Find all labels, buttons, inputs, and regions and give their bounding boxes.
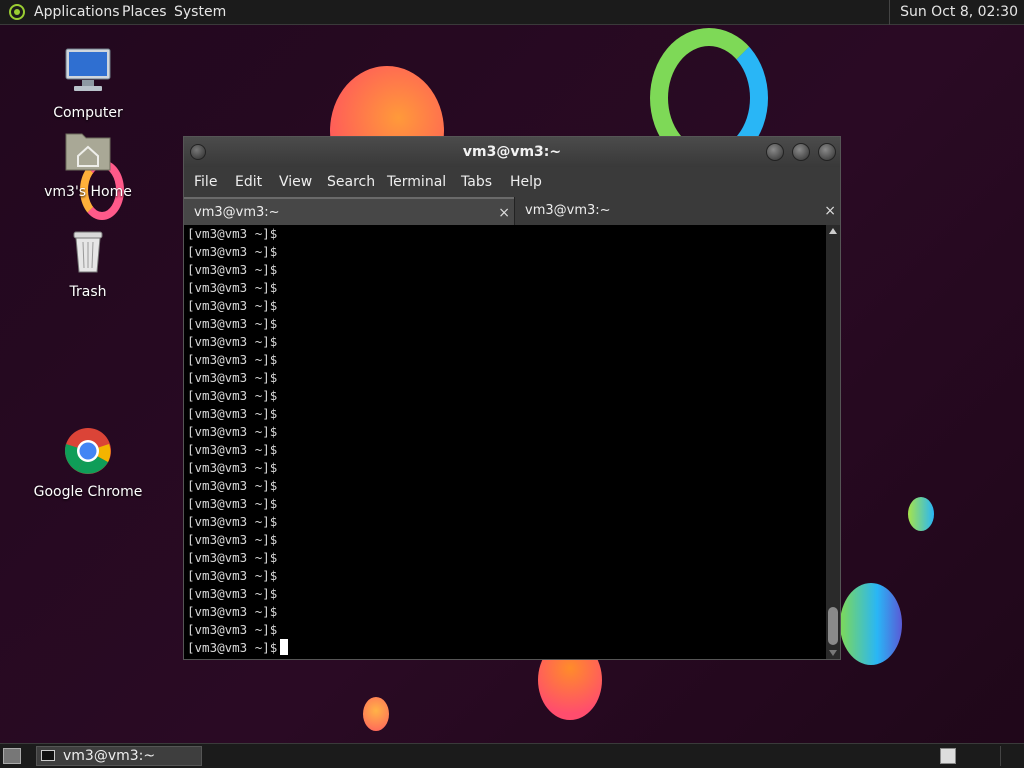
tab-1[interactable]: vm3@vm3:~ × <box>184 197 514 225</box>
menu-file[interactable]: File <box>194 168 217 196</box>
monitor-icon <box>65 48 111 91</box>
chrome-icon <box>64 428 111 474</box>
places-menu[interactable]: Places <box>122 0 167 25</box>
maximize-button[interactable] <box>792 143 810 161</box>
tab-label: vm3@vm3:~ <box>194 205 280 220</box>
clock[interactable]: Sun Oct 8, 02:30 <box>889 0 1024 25</box>
menu-view[interactable]: View <box>279 168 312 196</box>
terminal-prompt-line: [vm3@vm3 ~]$ <box>187 639 826 657</box>
terminal-line: [vm3@vm3 ~]$ <box>187 424 278 439</box>
terminal-line: [vm3@vm3 ~]$ <box>187 622 278 637</box>
terminal-icon <box>41 750 55 761</box>
terminal-line: [vm3@vm3 ~]$ <box>187 388 278 403</box>
scroll-thumb[interactable] <box>828 607 838 645</box>
scroll-up-icon[interactable] <box>829 228 837 234</box>
desktop-icon-label: Google Chrome <box>33 484 143 500</box>
menu-tabs[interactable]: Tabs <box>461 168 492 196</box>
show-desktop-icon[interactable] <box>3 748 21 764</box>
terminal-line: [vm3@vm3 ~]$ <box>187 406 278 421</box>
prompt-text: [vm3@vm3 ~]$ <box>187 640 278 655</box>
terminal-line: [vm3@vm3 ~]$ <box>187 226 278 241</box>
menu-edit[interactable]: Edit <box>235 168 262 196</box>
terminal-line: [vm3@vm3 ~]$ <box>187 442 278 457</box>
taskbar-item-label: vm3@vm3:~ <box>63 748 156 764</box>
panel-separator <box>1000 746 1001 766</box>
terminal-line: [vm3@vm3 ~]$ <box>187 478 278 493</box>
desktop-icon-trash[interactable]: Trash <box>28 226 148 300</box>
tab-bar: vm3@vm3:~ × vm3@vm3:~ × <box>184 197 840 225</box>
scroll-down-icon[interactable] <box>829 650 837 656</box>
tab-2[interactable]: vm3@vm3:~ × <box>514 197 840 225</box>
window-menu-button[interactable] <box>190 144 206 160</box>
menu-search[interactable]: Search <box>327 168 375 196</box>
terminal-line: [vm3@vm3 ~]$ <box>187 604 278 619</box>
menubar: File Edit View Search Terminal Tabs Help <box>184 168 840 196</box>
window-title: vm3@vm3:~ <box>462 144 562 160</box>
applications-menu[interactable]: Applications <box>34 0 120 25</box>
desktop-icon-label: vm3's Home <box>44 184 132 200</box>
home-folder-icon <box>65 133 111 171</box>
taskbar-item-terminal[interactable]: vm3@vm3:~ <box>36 746 202 766</box>
menu-terminal[interactable]: Terminal <box>387 168 446 196</box>
terminal-line: [vm3@vm3 ~]$ <box>187 280 278 295</box>
terminal-line: [vm3@vm3 ~]$ <box>187 316 278 331</box>
terminal-line: [vm3@vm3 ~]$ <box>187 262 278 277</box>
terminal-line: [vm3@vm3 ~]$ <box>187 532 278 547</box>
desktop-icon-computer[interactable]: Computer <box>28 45 148 121</box>
desktop-icon-home[interactable]: vm3's Home <box>28 126 148 200</box>
desktop-icon-chrome[interactable]: Google Chrome <box>28 426 148 500</box>
tab-label: vm3@vm3:~ <box>525 203 611 218</box>
minimize-button[interactable] <box>766 143 784 161</box>
wallpaper-blob-right <box>840 583 902 665</box>
terminal-line: [vm3@vm3 ~]$ <box>187 334 278 349</box>
terminal-line: [vm3@vm3 ~]$ <box>187 586 278 601</box>
terminal-line: [vm3@vm3 ~]$ <box>187 352 278 367</box>
menu-help[interactable]: Help <box>510 168 542 196</box>
terminal-line: [vm3@vm3 ~]$ <box>187 550 278 565</box>
close-button[interactable] <box>818 143 836 161</box>
bottom-panel: vm3@vm3:~ <box>0 743 1024 768</box>
wallpaper-blob-tiny <box>363 697 389 731</box>
terminal-line: [vm3@vm3 ~]$ <box>187 568 278 583</box>
terminal-line: [vm3@vm3 ~]$ <box>187 496 278 511</box>
terminal-scrollbar[interactable] <box>826 225 840 659</box>
terminal-line: [vm3@vm3 ~]$ <box>187 244 278 259</box>
wallpaper-blob-right-small <box>908 497 934 531</box>
text-cursor <box>280 639 289 655</box>
tab-close-icon[interactable]: × <box>824 197 836 225</box>
terminal-line: [vm3@vm3 ~]$ <box>187 370 278 385</box>
window-titlebar[interactable]: vm3@vm3:~ <box>184 137 840 167</box>
gnome-foot-icon[interactable] <box>8 4 26 20</box>
terminal-line: [vm3@vm3 ~]$ <box>187 460 278 475</box>
trash-icon <box>73 231 103 273</box>
desktop-icon-label: Computer <box>53 105 123 121</box>
terminal-window: vm3@vm3:~ File Edit View Search Terminal… <box>183 136 841 660</box>
top-panel: Applications Places System Sun Oct 8, 02… <box>0 0 1024 25</box>
terminal-output[interactable]: [vm3@vm3 ~]$ [vm3@vm3 ~]$ [vm3@vm3 ~]$ [vm3… <box>184 225 826 659</box>
terminal-line: [vm3@vm3 ~]$ <box>187 514 278 529</box>
tab-close-icon[interactable]: × <box>498 199 510 227</box>
terminal-line: [vm3@vm3 ~]$ <box>187 298 278 313</box>
system-menu[interactable]: System <box>174 0 226 25</box>
workspace-switcher[interactable] <box>940 748 956 764</box>
desktop-icon-label: Trash <box>69 284 107 300</box>
